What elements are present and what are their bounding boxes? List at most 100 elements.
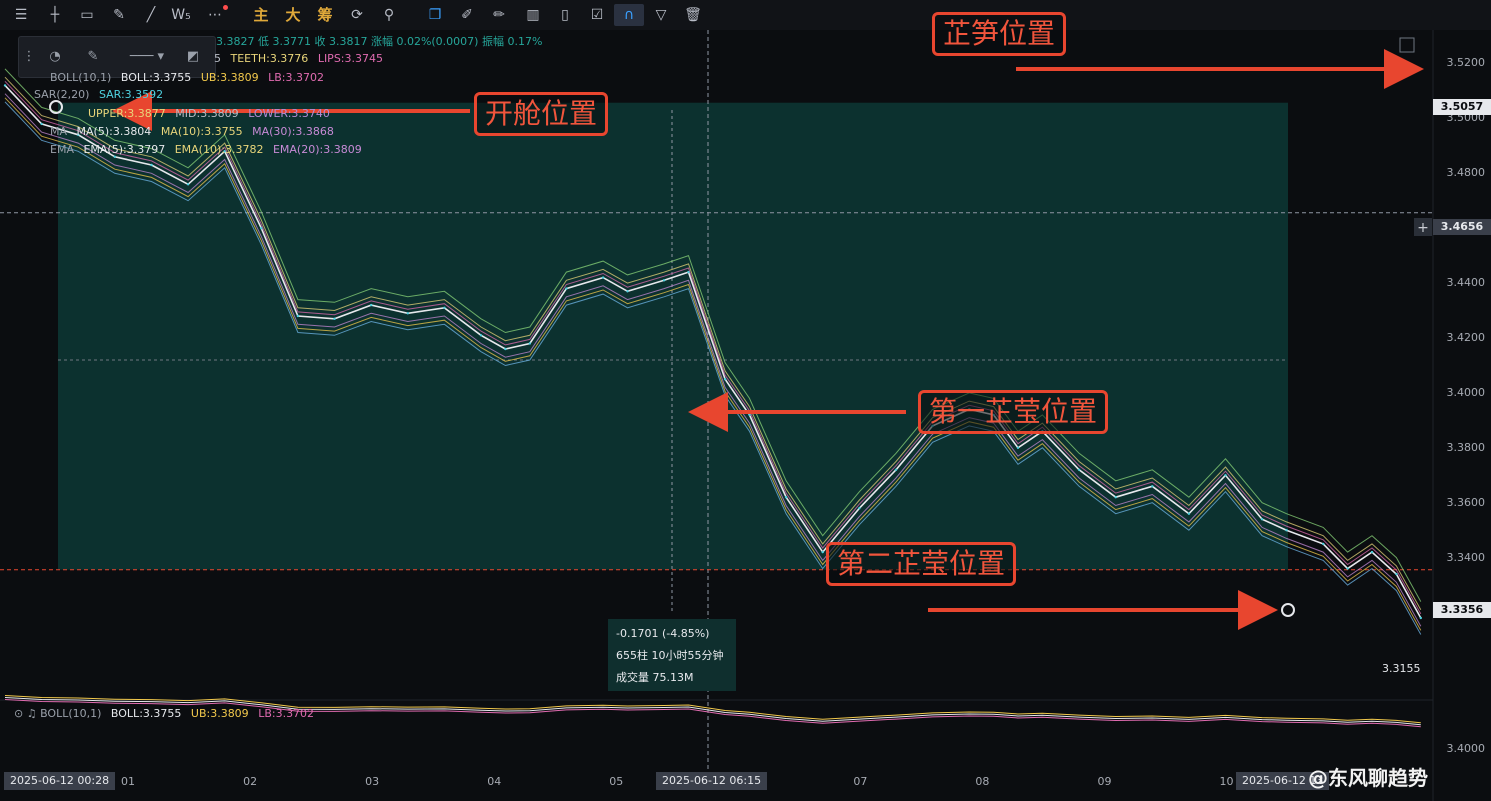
y-tick-label: 3.3600	[1446, 495, 1486, 509]
ema5-value: EMA(5):3.3797	[83, 143, 166, 156]
ma-legend: MA MA(5):3.3804 MA(10):3.3755 MA(30):3.3…	[50, 125, 334, 139]
end-date-text: 2025-06-12 1	[1242, 774, 1317, 787]
price-point	[601, 276, 605, 279]
teeth-value: TEETH:3.3776	[230, 52, 309, 65]
callout-second: 第二芷莹位置	[826, 542, 1017, 586]
lips-value: LIPS:3.3745	[317, 52, 383, 65]
ma30-value: MA(30):3.3868	[252, 125, 334, 138]
boll-ub: UB:3.3809	[200, 71, 259, 84]
x-tick-label: 01	[121, 775, 136, 788]
ruler2-icon[interactable]: ✐	[456, 4, 478, 26]
measure-volume: 成交量 75.13M	[616, 671, 694, 684]
drag-handle-icon[interactable]: ⋮	[19, 47, 39, 67]
x-tick-label: 07	[853, 775, 868, 788]
measure-bars: 655柱 10小时55分钟	[616, 649, 724, 662]
sub-boll-lb: LB:3.3702	[258, 707, 315, 720]
candles-icon[interactable]: ▥	[522, 4, 544, 26]
sub-boll-ub: UB:3.3809	[190, 707, 249, 720]
wave-icon[interactable]: W₅	[170, 4, 192, 26]
trend-line-icon[interactable]: ╱	[140, 4, 162, 26]
copy-icon[interactable]: ❐	[424, 4, 446, 26]
sub-boll-value: BOLL:3.3755	[110, 707, 182, 720]
x-tick-label: 04	[487, 775, 502, 788]
band-legend: UPPER:3.3877 MID:3.3809 LOWER:3.3740	[88, 107, 330, 121]
bell-icon[interactable]: ⊙ ♫	[14, 707, 37, 720]
price-point	[504, 347, 507, 351]
clipboard-icon[interactable]: ▯	[554, 4, 576, 26]
price-point	[1187, 512, 1191, 515]
layer-icon[interactable]: ◩	[183, 47, 203, 67]
chips-button[interactable]: 筹	[314, 4, 336, 26]
y-tick-label: 3.5200	[1446, 56, 1486, 70]
notification-dot	[223, 5, 228, 10]
edit-icon[interactable]: ☑	[586, 4, 608, 26]
price-point	[894, 468, 898, 471]
pen-icon[interactable]: ✎	[83, 47, 103, 67]
top-toolbar: ☰ ┼ ▭ ✎ ╱ W₅ ⋯ 主 大 筹 ⟳ ⚲ ❐ ✐ ✏ ▥ ▯ ☑ ∩ ▽…	[0, 0, 1491, 31]
y-tick-label: 3.4200	[1446, 331, 1486, 344]
ohlc-readout: 3.3827 低 3.3771 收 3.3817 涨幅 0.02%(0.0007…	[216, 35, 543, 48]
sub-boll-legend: ⊙ ♫ BOLL(10,1) BOLL:3.3755 UB:3.3809 LB:…	[14, 707, 314, 720]
trash-icon[interactable]: 🗑	[682, 4, 704, 26]
price-point	[528, 342, 531, 345]
price-point	[784, 496, 788, 499]
price-point	[150, 163, 153, 167]
ruler-icon[interactable]: ✎	[108, 4, 130, 26]
watermark: @东风聊趋势	[1308, 766, 1428, 790]
price-point	[1224, 474, 1227, 477]
price-point	[662, 279, 666, 282]
x-tick-label: 10	[1219, 775, 1234, 788]
last-price-label: 3.3155	[1382, 662, 1421, 675]
y-tick-label: 3.3400	[1446, 550, 1486, 564]
crosshair-add-icon: +	[1417, 220, 1429, 236]
menu-icon[interactable]: ☰	[10, 4, 32, 26]
brush-icon[interactable]: ✏	[488, 4, 510, 26]
x-tick-label: 05	[609, 775, 624, 788]
sync-icon[interactable]: ⟳	[346, 4, 368, 26]
price-point	[443, 306, 446, 309]
price-point	[296, 314, 300, 318]
x-tick-label: 08	[975, 775, 990, 788]
price-point	[565, 287, 568, 290]
band-upper: UPPER:3.3877	[88, 107, 166, 120]
callout-target: 芷笋位置	[932, 12, 1067, 56]
start-date-tag: 2025-06-12 00:28	[4, 772, 116, 790]
alligator-legend: 5 TEETH:3.3776 LIPS:3.3745	[214, 52, 383, 66]
line-style-select[interactable]: ─── ▾	[119, 47, 175, 67]
ma-name: MA	[50, 125, 68, 138]
price-point	[1419, 616, 1423, 620]
y-tick-label: 3.4000	[1446, 385, 1486, 399]
shape-icon[interactable]: ◔	[45, 47, 65, 67]
price-point	[1370, 550, 1374, 554]
main-force-button[interactable]: 主	[250, 4, 272, 26]
band-mid: MID:3.3809	[175, 107, 239, 120]
x-tick-label: 09	[1097, 775, 1112, 788]
draw-icon[interactable]: ⚲	[378, 4, 400, 26]
price-point	[1077, 468, 1081, 471]
price-point	[370, 303, 373, 307]
sar-name: SAR(2,20)	[34, 88, 90, 101]
rectangle-icon[interactable]: ▭	[76, 4, 98, 26]
magnet-icon[interactable]: ∩	[614, 4, 644, 26]
price-point	[1114, 496, 1117, 499]
price-point	[479, 334, 483, 337]
y-tick-label: 3.4800	[1446, 166, 1486, 180]
big-order-button[interactable]: 大	[282, 4, 304, 26]
filter-icon[interactable]: ▽	[650, 4, 672, 26]
price-point	[1016, 446, 1020, 449]
measure-info-box: -0.1701 (-4.85%) 655柱 10小时55分钟 成交量 75.13…	[608, 619, 736, 691]
sub-axis-tick: 3.4000	[1446, 742, 1486, 755]
more-icon[interactable]: ⋯	[204, 4, 228, 26]
boll-name: BOLL(10,1)	[50, 71, 112, 84]
measure-change: -0.1701 (-4.85%)	[616, 627, 710, 640]
price-point	[406, 312, 409, 315]
price-point	[1395, 572, 1398, 576]
price-point	[1346, 567, 1349, 570]
price-point	[1285, 529, 1288, 532]
x-tick-label: 02	[243, 775, 258, 788]
crosshair-icon[interactable]: ┼	[44, 4, 66, 26]
alligator-prefix: 5	[214, 52, 221, 65]
price-point	[40, 122, 43, 126]
crosshair-date-tag: 2025-06-12 06:15	[656, 772, 768, 790]
price-point	[626, 290, 629, 293]
